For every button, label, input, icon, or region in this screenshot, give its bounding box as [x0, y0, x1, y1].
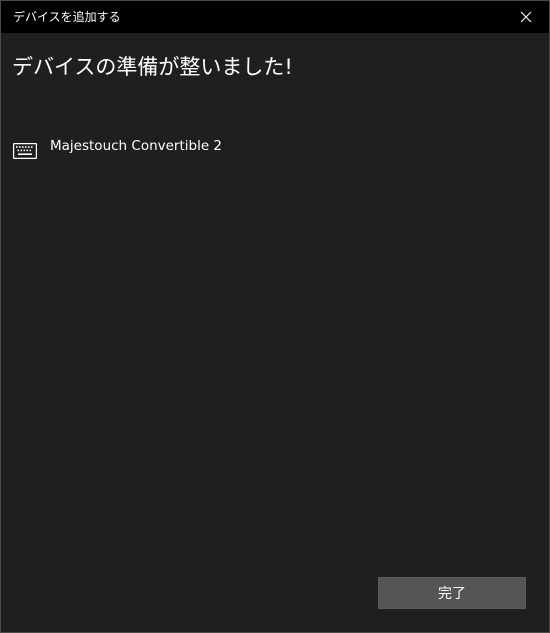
device-list-item: Majestouch Convertible 2 [13, 135, 222, 163]
done-button[interactable]: 完了 [378, 577, 526, 609]
page-title: デバイスの準備が整いました! [12, 55, 293, 79]
close-icon [520, 11, 532, 23]
add-device-dialog: デバイスを追加する デバイスの準備が整いました! Majestouch Conv… [0, 0, 550, 633]
close-button[interactable] [503, 1, 549, 33]
title-bar[interactable]: デバイスを追加する [1, 1, 549, 33]
device-name: Majestouch Convertible 2 [50, 138, 223, 154]
keyboard-icon [13, 143, 37, 159]
window-title: デバイスを追加する [13, 10, 121, 24]
